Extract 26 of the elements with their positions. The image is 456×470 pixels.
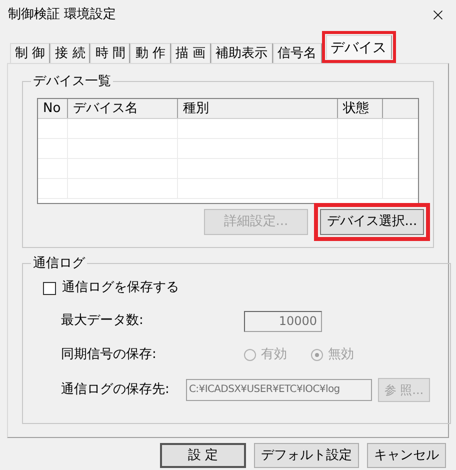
tab[interactable]: 接 続 xyxy=(50,43,90,63)
tab[interactable]: 時 間 xyxy=(90,43,130,63)
tab[interactable]: デバイス xyxy=(326,35,392,59)
tab[interactable]: 描 画 xyxy=(170,43,211,63)
dialog-button[interactable]: 設 定 xyxy=(160,443,246,468)
column-header[interactable]: 種別 xyxy=(178,98,338,118)
checkbox-label: 通信ログを保存する xyxy=(62,279,179,298)
field-label: 最大データ数: xyxy=(61,312,144,330)
window-title: 制御検証 環境設定 xyxy=(8,6,116,24)
tab[interactable]: 信号名 xyxy=(272,43,322,63)
dialog-button[interactable]: デフォルト設定 xyxy=(254,443,359,468)
column-header[interactable]: 状態 xyxy=(338,98,383,118)
tab[interactable]: 制 御 xyxy=(10,43,50,63)
column-header[interactable]: デバイス名 xyxy=(68,98,178,118)
checkbox[interactable] xyxy=(43,282,56,294)
group-title: デバイス一覧 xyxy=(32,73,112,91)
dialog-button[interactable]: キャンセル xyxy=(367,443,446,468)
field-label: 通信ログの保存先: xyxy=(61,381,170,400)
group-title: 通信ログ xyxy=(32,254,86,272)
tab[interactable]: 補助表示 xyxy=(210,43,273,63)
radio-label: 無効 xyxy=(328,346,354,364)
field-label: 同期信号の保存: xyxy=(61,346,158,364)
column-header[interactable]: No xyxy=(38,98,68,118)
dialog-button[interactable]: デバイス選択... xyxy=(320,208,424,234)
radio-label: 有効 xyxy=(261,346,287,364)
tab[interactable]: 動 作 xyxy=(130,43,171,63)
